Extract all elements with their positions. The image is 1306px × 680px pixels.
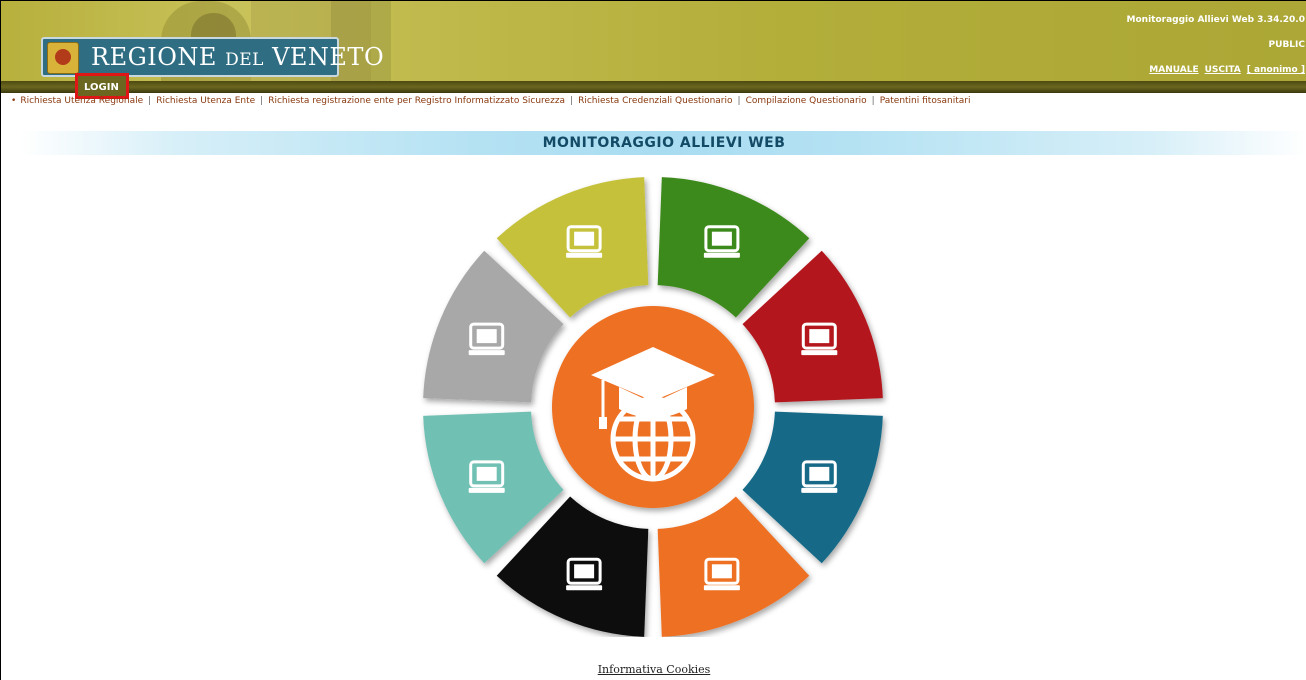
access-level: PUBLIC — [1268, 40, 1305, 50]
page-title: MONITORAGGIO ALLIEVI WEB — [542, 135, 786, 151]
brand-name: REGIONE DEL VENETO — [91, 43, 385, 71]
app-version: Monitoraggio Allievi Web 3.34.20.0 — [1126, 15, 1305, 25]
nav-item-patentini-fitosanitari[interactable]: Patentini fitosanitari — [880, 96, 971, 106]
title-bar: MONITORAGGIO ALLIEVI WEB — [21, 131, 1306, 155]
informativa-cookies-link[interactable]: Informativa Cookies — [598, 663, 711, 676]
center-disc[interactable] — [552, 306, 754, 508]
nav-item-registro-sicurezza[interactable]: Richiesta registrazione ente per Registr… — [268, 96, 565, 106]
user-link[interactable]: [ anonimo ] — [1247, 65, 1305, 75]
bullet-icon: • — [11, 96, 17, 106]
header-strip — [1, 81, 1306, 93]
nav-item-credenziali-questionario[interactable]: Richiesta Credenziali Questionario — [578, 96, 732, 106]
user-links: MANUALE USCITA [ anonimo ] — [1149, 65, 1305, 75]
education-wheel — [405, 177, 901, 637]
page-frame: REGIONE DEL VENETO Monitoraggio Allievi … — [0, 0, 1306, 680]
lion-emblem-icon — [47, 42, 79, 74]
manuale-link[interactable]: MANUALE — [1149, 65, 1198, 75]
footer: Informativa Cookies — [1, 663, 1306, 676]
nav-item-richiesta-utenza-ente[interactable]: Richiesta Utenza Ente — [156, 96, 255, 106]
nav-item-richiesta-utenza-regionale[interactable]: Richiesta Utenza Regionale — [20, 96, 143, 106]
header-banner: REGIONE DEL VENETO Monitoraggio Allievi … — [1, 1, 1306, 81]
regione-veneto-logo[interactable]: REGIONE DEL VENETO — [41, 37, 384, 77]
uscita-link[interactable]: USCITA — [1205, 65, 1241, 75]
nav-bar: • Richiesta Utenza Regionale | Richiesta Ut… — [11, 96, 971, 106]
nav-item-compilazione-questionario[interactable]: Compilazione Questionario — [746, 96, 867, 106]
